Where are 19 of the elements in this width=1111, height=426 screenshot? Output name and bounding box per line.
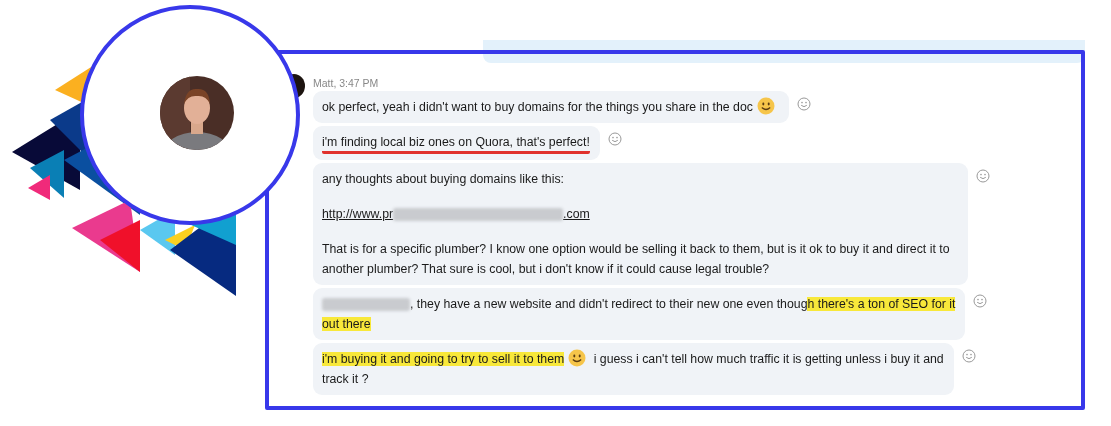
add-reaction-icon[interactable] — [976, 169, 990, 183]
smiley-emoji-icon — [568, 349, 587, 367]
add-reaction-icon[interactable] — [961, 349, 976, 363]
message-text: track it ? — [322, 371, 370, 388]
message-text: , they have a new website and didn't redirect to their new one even thoug — [410, 297, 808, 311]
sender-timestamp: Matt, 3:47 PM — [313, 77, 379, 89]
link[interactable]: .com — [563, 207, 590, 221]
message-text: ok perfect, yeah i didn't want to buy domains for the things you share in the doc — [322, 100, 753, 114]
message-text: i'm buying it and going to try to sell it to them — [322, 352, 565, 366]
message-text: out there — [322, 316, 372, 333]
smiley-emoji-icon — [756, 97, 775, 115]
message-text: i'm finding local biz ones on Quora, that's perfect! — [322, 134, 590, 154]
link[interactable]: http://www.pr — [322, 207, 394, 221]
message-text: i guess i can't tell how much traffic it is getting unless i buy it and — [592, 352, 944, 366]
message-text: That is for a specific plumber? I know one option would be selling it back to them, but is it ok to buy it and direct it to another plumber? That sure is cool, but i don't know if it could cause legal trouble? — [322, 241, 951, 278]
message-text: any thoughts about buying domains like this: — [322, 171, 565, 188]
add-reaction-icon[interactable] — [973, 294, 988, 308]
add-reaction-icon[interactable] — [796, 97, 811, 111]
add-reaction-icon[interactable] — [607, 132, 622, 146]
